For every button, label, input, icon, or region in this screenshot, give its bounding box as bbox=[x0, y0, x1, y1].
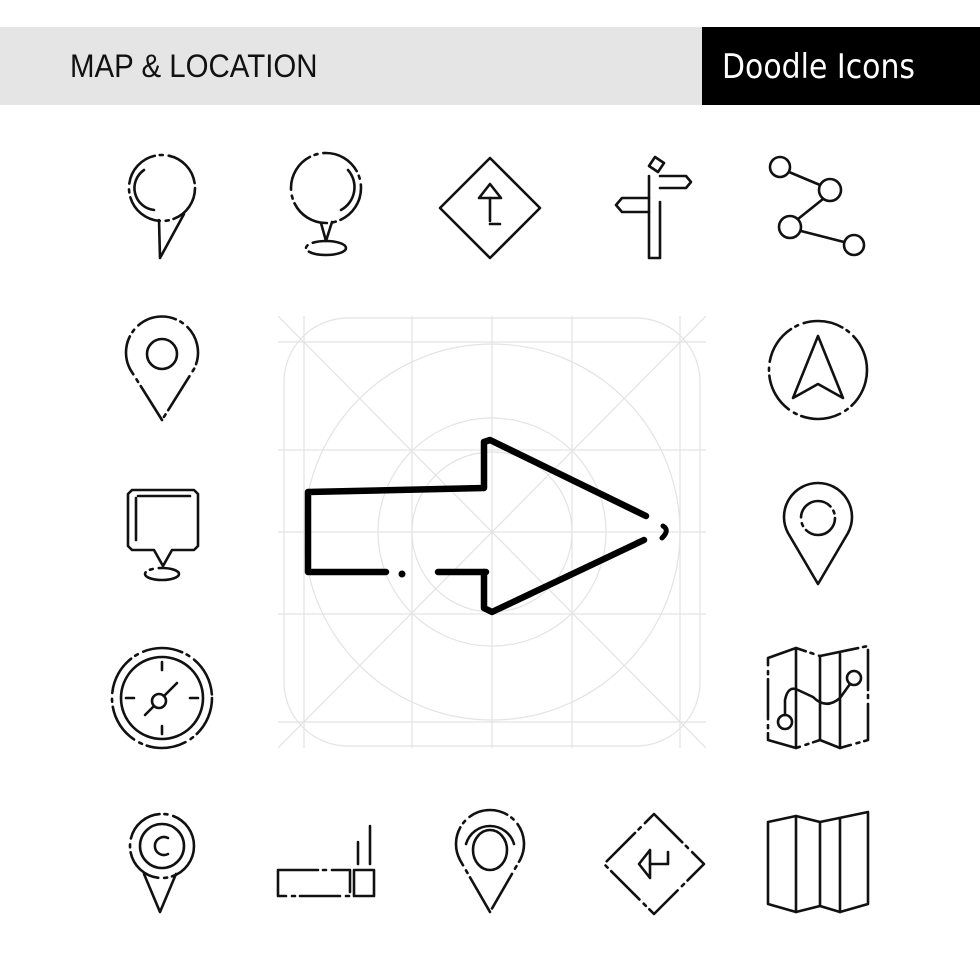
route-nodes-icon bbox=[758, 148, 878, 268]
signpost-icon bbox=[594, 148, 714, 268]
location-marker-icon bbox=[102, 312, 222, 432]
right-arrow-icon bbox=[304, 436, 669, 616]
map-marker-icon bbox=[430, 804, 550, 924]
folded-map-route-icon bbox=[758, 640, 878, 760]
square-map-pin-icon bbox=[102, 476, 222, 596]
target-pin-icon bbox=[102, 804, 222, 924]
folded-map-icon bbox=[758, 804, 878, 924]
navigation-compass-arrow-icon bbox=[758, 312, 878, 432]
road-sign-left-arrow-icon bbox=[594, 804, 714, 924]
map-pin-icon bbox=[102, 148, 222, 268]
page-title: MAP & LOCATION bbox=[70, 48, 318, 84]
featured-icon-panel bbox=[277, 315, 707, 749]
doodle-icons-badge: Doodle Icons bbox=[722, 47, 916, 87]
construction-grid bbox=[277, 315, 707, 749]
location-marker-alt-icon bbox=[758, 476, 878, 596]
barrier-sign-icon bbox=[266, 804, 386, 924]
compass-icon bbox=[102, 640, 222, 760]
road-sign-up-arrow-icon bbox=[430, 148, 550, 268]
location-pin-base-icon bbox=[266, 148, 386, 268]
